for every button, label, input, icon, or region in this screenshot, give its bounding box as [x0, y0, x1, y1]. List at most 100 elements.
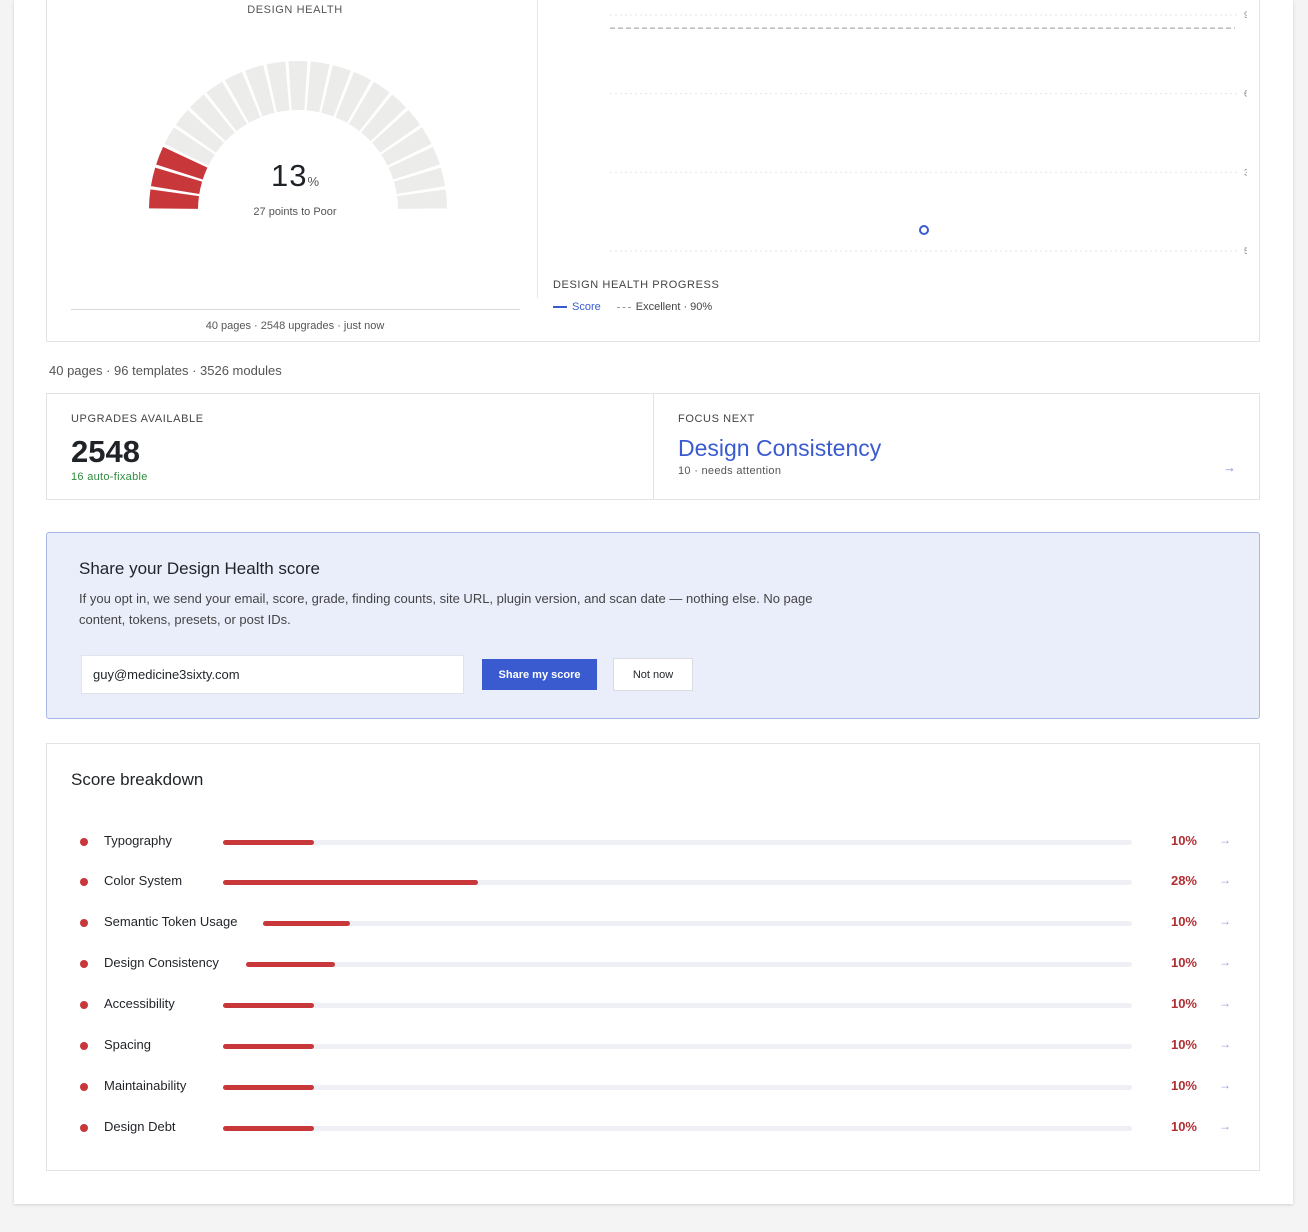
auto-fixable-count: 16 auto-fixable	[71, 471, 148, 483]
breakdown-label: Spacing	[104, 1037, 151, 1052]
site-stats: 40 pages · 96 templates · 3526 modules	[49, 363, 282, 378]
status-dot	[80, 838, 88, 846]
gauge-divider	[71, 309, 520, 310]
status-dot	[80, 1042, 88, 1050]
breakdown-row[interactable]: Design Debt 10% →	[71, 1118, 1237, 1138]
share-score-card: Share your Design Health score If you op…	[46, 532, 1260, 719]
status-dot	[80, 1083, 88, 1091]
arrow-right-icon[interactable]: →	[1219, 873, 1231, 887]
upgrades-card: UPGRADES AVAILABLE 2548 16 auto-fixable …	[46, 393, 1260, 500]
breakdown-value: 28%	[1170, 873, 1197, 888]
score-value: 13	[270, 158, 308, 193]
gauge-footer: 40 pages · 2548 upgrades · just now	[205, 320, 385, 332]
design-health-progress-chart: 95% 65% 35% 5%	[610, 10, 1247, 256]
breakdown-row[interactable]: Typography 10% →	[71, 832, 1237, 852]
breakdown-value: 10%	[1170, 914, 1197, 929]
breakdown-label: Accessibility	[104, 996, 175, 1011]
chart-legend: Score Excellent · 90%	[553, 301, 712, 313]
dashboard-page: DESIGN HEALTH 13% 27 points to Poor 40 p…	[14, 0, 1293, 1204]
breakdown-bar-fill	[223, 840, 314, 845]
status-dot	[80, 1124, 88, 1132]
chart-title: DESIGN HEALTH PROGRESS	[553, 279, 720, 291]
breakdown-bar-track	[223, 1044, 1132, 1049]
breakdown-label: Typography	[104, 833, 172, 848]
share-title: Share your Design Health score	[79, 559, 320, 578]
breakdown-value: 10%	[1170, 833, 1197, 848]
breakdown-value: 10%	[1170, 955, 1197, 970]
status-dot	[80, 878, 88, 886]
y-tick-label: 95%	[1244, 10, 1247, 20]
breakdown-bar-fill	[223, 880, 478, 885]
focus-subtext: 10 · needs attention	[678, 465, 782, 477]
breakdown-bar-fill	[246, 962, 335, 967]
gauge-subtext: 27 points to Poor	[253, 206, 337, 218]
focus-next-panel[interactable]: FOCUS NEXT Design Consistency 10 · needs…	[654, 394, 1260, 499]
legend-score-label: Score	[572, 301, 601, 313]
breakdown-value: 10%	[1170, 1119, 1197, 1134]
status-dot	[80, 919, 88, 927]
breakdown-bar-fill	[263, 921, 350, 926]
design-health-score: 13%	[47, 158, 543, 194]
design-health-gauge	[149, 60, 447, 209]
gauge-segment-empty	[288, 60, 308, 111]
breakdown-bar-track	[223, 840, 1132, 845]
breakdown-bar-fill	[223, 1044, 314, 1049]
breakdown-value: 10%	[1170, 1078, 1197, 1093]
breakdown-label: Color System	[104, 873, 183, 888]
breakdown-bar-track	[223, 1085, 1132, 1090]
arrow-right-icon[interactable]: →	[1219, 1078, 1231, 1092]
upgrades-count: 2548	[71, 434, 140, 469]
y-tick-label: 5%	[1244, 246, 1247, 256]
score-point[interactable]	[919, 225, 929, 236]
arrow-right-icon[interactable]: →	[1223, 460, 1236, 475]
y-tick-label: 65%	[1244, 89, 1247, 99]
arrow-right-icon[interactable]: →	[1219, 1119, 1231, 1133]
breakdown-label: Maintainability	[104, 1078, 187, 1093]
upgrades-available-panel: UPGRADES AVAILABLE 2548 16 auto-fixable	[47, 394, 654, 499]
legend-excellent[interactable]: Excellent · 90%	[616, 301, 713, 313]
focus-kicker: FOCUS NEXT	[678, 413, 755, 425]
breakdown-bar-track	[223, 1126, 1132, 1131]
breakdown-row[interactable]: Spacing 10% →	[71, 1036, 1237, 1056]
email-field[interactable]	[81, 655, 464, 694]
breakdown-value: 10%	[1170, 996, 1197, 1011]
breakdown-row[interactable]: Accessibility 10% →	[71, 995, 1237, 1015]
legend-score[interactable]: Score	[553, 301, 601, 313]
breakdown-row[interactable]: Color System 28% →	[71, 872, 1237, 892]
arrow-right-icon[interactable]: →	[1219, 833, 1231, 847]
upgrades-kicker: UPGRADES AVAILABLE	[71, 413, 204, 425]
arrow-right-icon[interactable]: →	[1219, 996, 1231, 1010]
arrow-right-icon[interactable]: →	[1219, 1037, 1231, 1051]
breakdown-bar-track	[263, 921, 1132, 926]
arrow-right-icon[interactable]: →	[1219, 914, 1231, 928]
focus-next-link[interactable]: Design Consistency	[678, 435, 881, 462]
legend-score-swatch	[553, 306, 567, 308]
breakdown-bar-track	[246, 962, 1132, 967]
status-dot	[80, 1001, 88, 1009]
not-now-button[interactable]: Not now	[613, 658, 693, 691]
breakdown-bar-track	[223, 1003, 1132, 1008]
legend-excellent-swatch	[616, 306, 631, 308]
breakdown-row[interactable]: Semantic Token Usage 10% →	[71, 913, 1237, 933]
score-breakdown-card: Score breakdown Typography 10% → Color Syst…	[46, 743, 1260, 1171]
share-score-button[interactable]: Share my score	[482, 659, 597, 690]
breakdown-label: Semantic Token Usage	[104, 914, 238, 929]
breakdown-row[interactable]: Maintainability 10% →	[71, 1077, 1237, 1097]
breakdown-bar-fill	[223, 1003, 314, 1008]
score-unit: %	[307, 174, 320, 189]
card-divider	[537, 0, 538, 298]
legend-excellent-label: Excellent · 90%	[635, 301, 713, 313]
y-tick-label: 35%	[1244, 167, 1247, 177]
breakdown-label: Design Debt	[104, 1119, 176, 1134]
arrow-right-icon[interactable]: →	[1219, 955, 1231, 969]
share-description: If you opt in, we send your email, score…	[79, 591, 813, 627]
breakdown-bar-fill	[223, 1085, 314, 1090]
breakdown-value: 10%	[1170, 1037, 1197, 1052]
status-dot	[80, 960, 88, 968]
breakdown-row[interactable]: Design Consistency 10% →	[71, 954, 1237, 974]
breakdown-label: Design Consistency	[104, 955, 219, 970]
design-health-label: DESIGN HEALTH	[247, 4, 343, 16]
design-health-card: DESIGN HEALTH 13% 27 points to Poor 40 p…	[46, 0, 1260, 342]
breakdown-title: Score breakdown	[71, 770, 204, 789]
breakdown-bar-track	[223, 880, 1132, 885]
